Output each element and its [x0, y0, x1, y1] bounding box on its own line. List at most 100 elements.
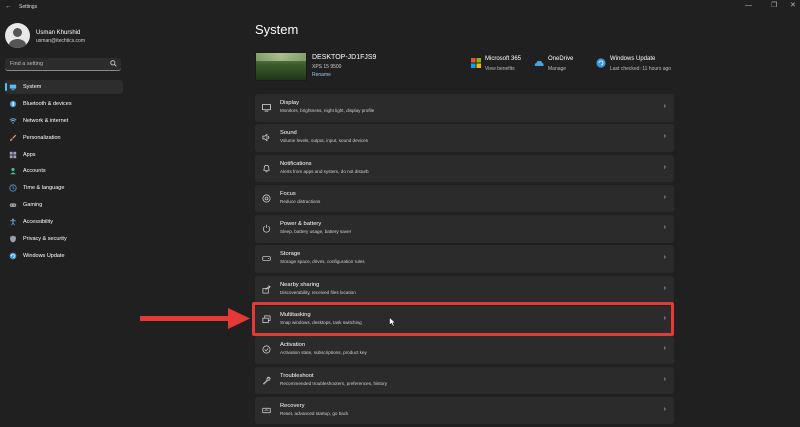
- setting-title: Recovery: [280, 402, 305, 409]
- setting-row-troubleshoot[interactable]: Troubleshoot Recommended troubleshooters…: [255, 366, 674, 395]
- setting-title: Display: [280, 100, 300, 106]
- chevron-right-icon: ›: [663, 103, 666, 110]
- window-title: Settings: [19, 4, 38, 10]
- sidebar-item-label: Time & language: [23, 185, 65, 192]
- display-icon: [262, 103, 271, 112]
- top-app-name: OneDrive: [548, 56, 574, 62]
- setting-row-activation[interactable]: Activation Activation state, subscriptio…: [255, 336, 674, 364]
- chevron-right-icon: ›: [663, 345, 666, 353]
- sidebar-item-label: Accessibility: [23, 219, 53, 226]
- sidebar-item-label: Personalization: [23, 134, 61, 141]
- setting-title: Nearby sharing: [280, 281, 320, 288]
- windows-update-icon: [596, 58, 606, 68]
- recovery-icon: [262, 407, 271, 414]
- chevron-right-icon: ›: [663, 375, 666, 383]
- setting-description: Alerts from apps and system, do not dist…: [280, 168, 369, 174]
- accounts-icon: [10, 168, 16, 175]
- setting-description: Recommended troubleshooters, preferences…: [280, 380, 387, 386]
- wrench-icon: [262, 376, 271, 385]
- sidebar-item-personalization[interactable]: Personalization: [5, 131, 123, 145]
- setting-title: Power & battery: [280, 221, 322, 228]
- title-bar: ← Settings — ❐ ✕: [0, 0, 800, 14]
- top-app-sub: Last checked: 11 hours ago: [610, 66, 672, 72]
- sidebar-item-time-language[interactable]: Time & language: [5, 181, 123, 195]
- settings-list: Display Monitors, brightness, night ligh…: [255, 94, 674, 427]
- user-email: usman@itechtics.com: [36, 38, 85, 44]
- avatar[interactable]: [5, 23, 30, 48]
- apps-icon: [9, 151, 17, 158]
- sidebar-item-bluetooth[interactable]: Bluetooth & devices: [5, 97, 123, 111]
- top-app-name: Windows Update: [610, 56, 656, 62]
- sidebar-item-gaming[interactable]: Gaming: [5, 198, 123, 212]
- sidebar-item-label: Windows Update: [23, 252, 65, 259]
- red-arrow-annotation: [140, 308, 250, 329]
- maximize-button[interactable]: ❐: [771, 2, 777, 10]
- mouse-cursor-icon: [389, 317, 396, 327]
- storage-icon: [262, 256, 271, 262]
- close-button[interactable]: ✕: [790, 2, 796, 10]
- device-model: XPS 15 9500: [312, 64, 342, 70]
- setting-row-sound[interactable]: Sound Volume levels, output, input, soun…: [255, 124, 674, 152]
- sidebar-nav: System Bluetooth & devices Network & int…: [5, 80, 123, 266]
- sidebar-item-label: System: [23, 84, 42, 90]
- sidebar-item-network[interactable]: Network & internet: [5, 114, 123, 128]
- setting-row-recovery[interactable]: Recovery Reset, advanced startup, go bac…: [255, 396, 674, 425]
- setting-title: Activation: [280, 342, 306, 349]
- sidebar-item-windows-update[interactable]: Windows Update: [5, 249, 123, 263]
- bluetooth-icon: [9, 100, 17, 108]
- system-icon: [9, 84, 17, 91]
- microsoft-icon: [471, 58, 481, 68]
- user-name: Usman Khurshid: [36, 30, 81, 36]
- sidebar-item-label: Bluetooth & devices: [23, 100, 72, 107]
- setting-row-nearby-sharing[interactable]: Nearby sharing Discoverability, received…: [255, 275, 674, 304]
- active-indicator: [5, 83, 7, 91]
- setting-row-notifications[interactable]: Notifications Alerts from apps and syste…: [255, 154, 674, 183]
- accessibility-icon: [10, 218, 16, 226]
- top-app-sub: View benefits: [485, 66, 515, 72]
- activation-icon: [262, 345, 271, 354]
- setting-description: Activation state, subscriptions, product…: [280, 350, 367, 356]
- search-icon[interactable]: [110, 60, 117, 67]
- top-app-sub: Manage: [548, 66, 567, 72]
- chevron-right-icon: ›: [663, 163, 666, 171]
- setting-row-display[interactable]: Display Monitors, brightness, night ligh…: [255, 94, 674, 122]
- setting-row-focus[interactable]: Focus Reduce distractions ›: [255, 184, 674, 213]
- sidebar-item-label: Network & internet: [23, 117, 69, 124]
- setting-description: Sleep, battery usage, battery saver: [280, 229, 352, 235]
- search-input[interactable]: Find a setting: [5, 58, 121, 71]
- wallpaper-sky: [256, 53, 306, 62]
- chevron-right-icon: ›: [663, 133, 666, 141]
- setting-title: Focus: [280, 190, 296, 197]
- setting-row-storage[interactable]: Storage Storage space, drives, configura…: [255, 245, 674, 273]
- sidebar-item-apps[interactable]: Apps: [5, 148, 123, 162]
- sidebar-item-accounts[interactable]: Accounts: [5, 164, 123, 178]
- share-icon: [262, 285, 271, 294]
- back-arrow-icon[interactable]: ←: [5, 3, 12, 10]
- page-title: System: [255, 22, 299, 37]
- setting-description: Reset, advanced startup, go back: [280, 410, 349, 416]
- sidebar-item-privacy-security[interactable]: Privacy & security: [5, 232, 123, 246]
- highlight-box: [252, 302, 674, 336]
- update-icon: [9, 252, 17, 260]
- setting-row-power-battery[interactable]: Power & battery Sleep, battery usage, ba…: [255, 215, 674, 243]
- device-wallpaper-thumbnail: [255, 52, 307, 81]
- chevron-right-icon: ›: [663, 254, 666, 262]
- setting-title: Storage: [280, 251, 301, 258]
- device-name: DESKTOP-JD1FJS9: [312, 54, 377, 61]
- speaker-icon: [262, 133, 270, 142]
- setting-title: Troubleshoot: [280, 372, 314, 379]
- avatar-body: [9, 39, 26, 48]
- sidebar-item-label: Accounts: [23, 168, 46, 175]
- sidebar-item-accessibility[interactable]: Accessibility: [5, 215, 123, 229]
- wifi-icon: [9, 117, 17, 124]
- sidebar-item-system[interactable]: System: [5, 80, 123, 94]
- focus-icon: [262, 194, 271, 203]
- setting-description: Discoverability, received files location: [280, 289, 356, 295]
- rename-link[interactable]: Rename: [312, 72, 331, 78]
- onedrive-icon: [534, 60, 544, 66]
- minimize-button[interactable]: —: [745, 2, 752, 10]
- search-placeholder: Find a setting: [10, 61, 44, 67]
- chevron-right-icon: ›: [663, 193, 666, 201]
- sidebar-item-label: Privacy & security: [23, 236, 67, 243]
- setting-description: Storage space, drives, configuration rul…: [280, 259, 365, 265]
